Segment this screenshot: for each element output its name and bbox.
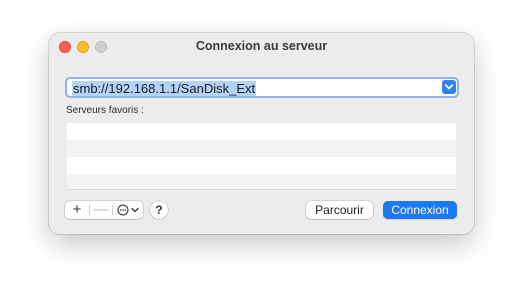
- favorites-toolbar: + —: [65, 201, 143, 219]
- favorite-servers-list[interactable]: [67, 123, 456, 191]
- connect-to-server-window: Connexion au serveur smb://192.168.1.1/S…: [49, 33, 474, 234]
- list-divider: [67, 189, 456, 190]
- help-button[interactable]: ?: [150, 201, 168, 219]
- action-menu-button[interactable]: [113, 201, 143, 219]
- ellipsis-circle-icon: [117, 204, 129, 216]
- add-favorite-button[interactable]: +: [65, 201, 89, 219]
- browse-button[interactable]: Parcourir: [306, 201, 373, 219]
- connect-button[interactable]: Connexion: [383, 201, 457, 219]
- server-address-input[interactable]: smb://192.168.1.1/SanDisk_Ext: [65, 77, 459, 98]
- favorite-servers-label: Serveurs favoris :: [66, 105, 144, 116]
- server-address-value[interactable]: smb://192.168.1.1/SanDisk_Ext: [72, 80, 257, 96]
- chevron-down-icon: [444, 84, 454, 90]
- recent-servers-dropdown[interactable]: [442, 80, 456, 94]
- chevron-down-icon: [131, 207, 139, 213]
- title-bar: Connexion au serveur: [49, 33, 474, 60]
- list-row[interactable]: [67, 140, 456, 157]
- window-title: Connexion au serveur: [195, 39, 328, 53]
- remove-favorite-button[interactable]: —: [90, 201, 112, 219]
- list-row[interactable]: [67, 123, 456, 140]
- list-row[interactable]: [67, 157, 456, 174]
